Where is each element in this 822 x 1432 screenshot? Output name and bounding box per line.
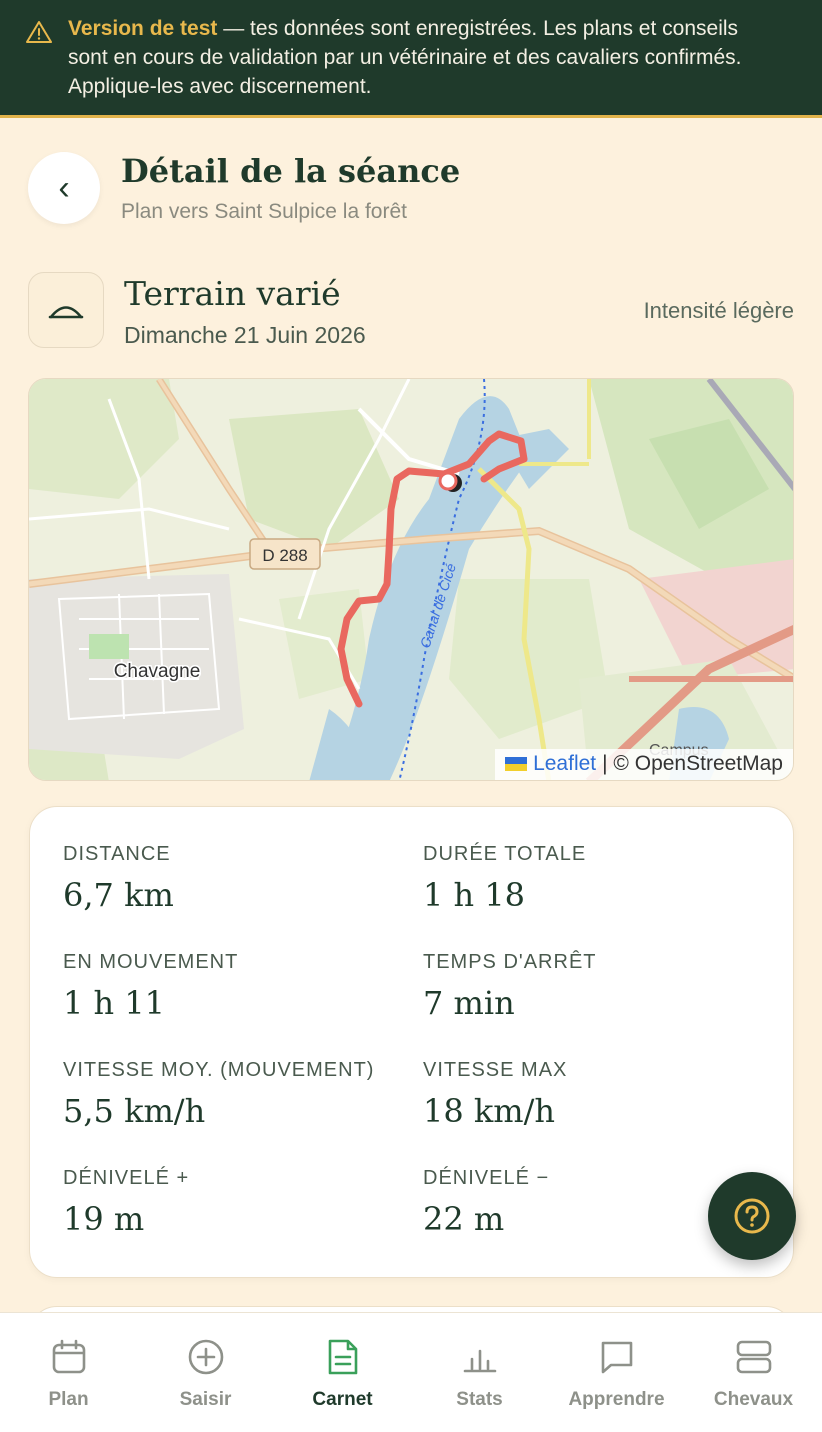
stat-value: 19 m — [63, 1200, 145, 1238]
stat-label: VITESSE MAX — [423, 1059, 568, 1081]
stat-value: 18 km/h — [423, 1092, 556, 1130]
calendar-icon — [49, 1337, 89, 1377]
stats-card: DISTANCE 6,7 km DURÉE TOTALE 1 h 18 EN M… — [29, 806, 794, 1278]
osm-attribution: | © OpenStreetMap — [602, 752, 783, 775]
route-map[interactable]: D 288 Chavagne Canal de Cicé Campus Leaf… — [28, 378, 794, 781]
stat-moving-time: EN MOUVEMENT 1 h 11 — [63, 951, 423, 1022]
road-label: D 288 — [262, 546, 307, 565]
page-subtitle: Plan vers Saint Sulpice la forêt — [121, 200, 407, 223]
tab-label: Plan — [48, 1389, 89, 1410]
town-label: Chavagne — [114, 661, 201, 682]
stat-label: EN MOUVEMENT — [63, 951, 239, 973]
bottom-tab-bar: Plan Saisir Carnet Stats Apprendre Cheva… — [0, 1312, 822, 1432]
tab-plan[interactable]: Plan — [0, 1313, 137, 1432]
stat-stop-time: TEMPS D'ARRÊT 7 min — [423, 951, 783, 1022]
session-type: Terrain varié — [124, 274, 341, 313]
stat-value: 7 min — [423, 984, 515, 1022]
terrain-type-icon — [28, 272, 104, 348]
tab-label: Chevaux — [713, 1389, 794, 1410]
stat-avg-speed: VITESSE MOY. (MOUVEMENT) 5,5 km/h — [63, 1059, 423, 1130]
tab-label: Saisir — [179, 1389, 232, 1410]
stat-distance: DISTANCE 6,7 km — [63, 843, 423, 914]
session-summary: Terrain varié Dimanche 21 Juin 2026 Inte… — [28, 272, 794, 352]
warning-icon — [26, 21, 52, 43]
stat-total-duration: DURÉE TOTALE 1 h 18 — [423, 843, 783, 914]
stat-label: DURÉE TOTALE — [423, 843, 587, 865]
stat-label: DISTANCE — [63, 843, 171, 865]
test-version-banner: Version de test — tes données sont enreg… — [0, 0, 822, 118]
chat-icon — [597, 1337, 637, 1377]
map-tiles: D 288 Chavagne Canal de Cicé Campus — [29, 379, 793, 780]
banner-strong-text: Version de test — [68, 17, 218, 40]
stat-max-speed: VITESSE MAX 18 km/h — [423, 1059, 783, 1130]
page-title: Détail de la séance — [121, 152, 461, 190]
tab-label: Carnet — [312, 1389, 373, 1410]
session-date: Dimanche 21 Juin 2026 — [124, 322, 366, 348]
chevron-left-icon: ‹ — [58, 168, 70, 207]
intensity-label: Intensité légère — [643, 298, 794, 323]
stat-value: 6,7 km — [63, 876, 174, 914]
tab-carnet[interactable]: Carnet — [274, 1313, 411, 1432]
stack-icon — [734, 1337, 774, 1377]
tab-saisir[interactable]: Saisir — [137, 1313, 274, 1432]
page-header: ‹ Détail de la séance Plan vers Saint Su… — [28, 152, 794, 228]
stat-elevation-gain: DÉNIVELÉ + 19 m — [63, 1167, 423, 1238]
stat-label: DÉNIVELÉ + — [63, 1167, 190, 1189]
question-circle-icon — [734, 1198, 770, 1234]
stat-value: 1 h 18 — [423, 876, 526, 914]
tab-apprendre[interactable]: Apprendre — [548, 1313, 685, 1432]
tab-label: Apprendre — [568, 1389, 665, 1410]
tab-stats[interactable]: Stats — [411, 1313, 548, 1432]
stat-label: VITESSE MOY. (MOUVEMENT) — [63, 1059, 375, 1081]
back-button[interactable]: ‹ — [28, 152, 100, 224]
tab-label: Stats — [456, 1389, 503, 1410]
document-icon — [323, 1337, 363, 1377]
map-attribution: Leaflet | © OpenStreetMap — [495, 749, 793, 780]
help-button[interactable] — [708, 1172, 796, 1260]
stat-value: 1 h 11 — [63, 984, 166, 1022]
stat-value: 5,5 km/h — [63, 1092, 206, 1130]
stat-label: TEMPS D'ARRÊT — [423, 951, 597, 973]
tab-chevaux[interactable]: Chevaux — [685, 1313, 822, 1432]
ukraine-flag-icon — [505, 757, 528, 771]
bar-chart-icon — [460, 1337, 500, 1377]
plus-circle-icon — [186, 1337, 226, 1377]
leaflet-link[interactable]: Leaflet — [533, 752, 596, 776]
